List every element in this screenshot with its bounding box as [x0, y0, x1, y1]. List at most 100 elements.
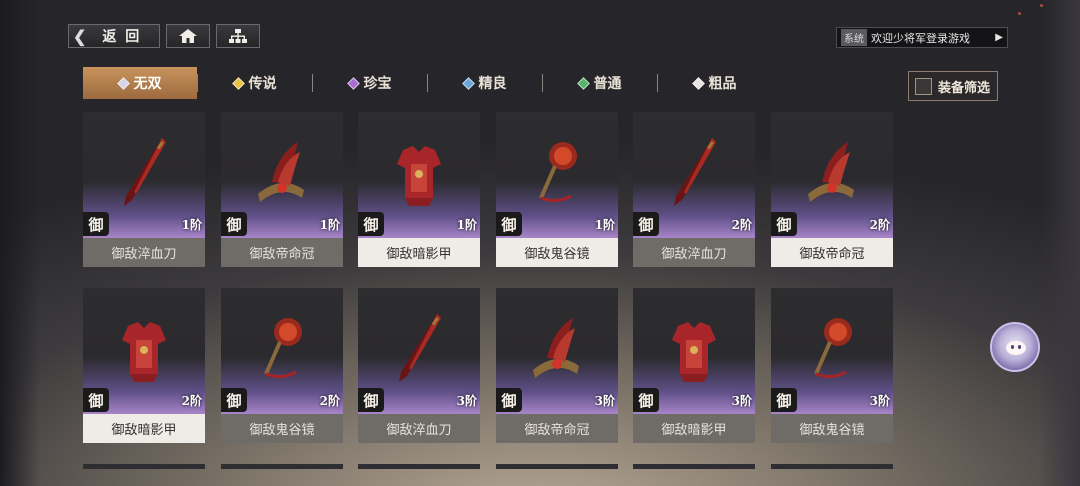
card-stub	[221, 464, 343, 469]
rarity-tabs: 无双 传说 珍宝 精良 普通 粗品	[83, 67, 772, 99]
filter-checkbox[interactable]	[915, 77, 932, 95]
equipment-filter-button[interactable]: 装备筛选	[908, 71, 998, 101]
set-seal: 御	[221, 388, 247, 412]
equipment-card[interactable]: 御 2阶御敌淬血刀	[633, 112, 755, 267]
diamond-icon	[231, 76, 245, 90]
equipment-name: 御敌鬼谷镜	[221, 414, 343, 443]
tier-label: 3阶	[594, 394, 615, 408]
set-seal: 御	[358, 212, 384, 236]
equipment-card[interactable]: 御 3阶御敌鬼谷镜	[771, 288, 893, 443]
equipment-card[interactable]: 御 2阶御敌帝命冠	[771, 112, 893, 267]
equipment-card[interactable]: 御 1阶御敌帝命冠	[221, 112, 343, 267]
equipment-card[interactable]: 御 1阶御敌淬血刀	[83, 112, 205, 267]
home-icon	[179, 29, 197, 43]
card-stub	[633, 464, 755, 469]
equipment-name: 御敌帝命冠	[221, 238, 343, 267]
tab-rarity-1[interactable]: 传说	[198, 67, 312, 99]
blade-icon-art	[399, 314, 441, 382]
tier-label: 1阶	[319, 218, 340, 232]
armor-icon-art	[672, 322, 716, 382]
equipment-name: 御敌鬼谷镜	[771, 414, 893, 443]
filter-label: 装备筛选	[938, 80, 991, 96]
diamond-icon	[346, 76, 360, 90]
avatar-eye	[1011, 345, 1014, 349]
set-seal: 御	[221, 212, 247, 236]
card-stub	[83, 464, 205, 469]
hierarchy-icon	[229, 29, 247, 43]
diamond-icon	[116, 76, 130, 90]
equipment-name: 御敌暗影甲	[633, 414, 755, 443]
right-rail	[1040, 0, 1080, 486]
tier-label: 2阶	[731, 218, 752, 232]
home-button[interactable]	[166, 24, 210, 48]
armor-icon-art	[122, 322, 166, 382]
card-stub	[358, 464, 480, 469]
crown-icon-art	[533, 318, 579, 378]
equipment-name: 御敌帝命冠	[771, 238, 893, 267]
card-stub	[771, 464, 893, 469]
card-stub	[496, 464, 618, 469]
set-seal: 御	[496, 212, 522, 236]
equipment-name: 御敌淬血刀	[633, 238, 755, 267]
tab-label: 无双	[133, 76, 162, 92]
assistant-avatar-button[interactable]	[990, 322, 1040, 372]
set-seal: 御	[358, 388, 384, 412]
set-seal: 御	[771, 388, 797, 412]
tab-label: 珍宝	[363, 76, 392, 92]
tab-label: 普通	[593, 76, 622, 92]
tier-label: 2阶	[869, 218, 890, 232]
armor-icon-art	[397, 146, 441, 206]
equipment-name: 御敌暗影甲	[83, 414, 205, 443]
system-message-bar[interactable]: 系统 欢迎少将军登录游戏 ▶	[836, 27, 1008, 48]
tab-rarity-0[interactable]: 无双	[83, 67, 197, 99]
equipment-card[interactable]: 御 1阶 御敌鬼谷镜	[496, 112, 618, 267]
set-seal: 御	[633, 212, 659, 236]
equipment-name: 御敌淬血刀	[358, 414, 480, 443]
diamond-icon	[461, 76, 475, 90]
tier-label: 3阶	[456, 394, 477, 408]
set-seal: 御	[496, 388, 522, 412]
hierarchy-button[interactable]	[216, 24, 260, 48]
equipment-card[interactable]: 御 3阶御敌帝命冠	[496, 288, 618, 443]
set-seal: 御	[83, 212, 109, 236]
tab-rarity-4[interactable]: 普通	[543, 67, 657, 99]
equipment-card[interactable]: 御 2阶 御敌暗影甲	[83, 288, 205, 443]
tab-rarity-2[interactable]: 珍宝	[313, 67, 427, 99]
equipment-name: 御敌淬血刀	[83, 238, 205, 267]
crown-icon-art	[808, 142, 854, 202]
mirror-icon-art	[264, 318, 302, 379]
mirror-icon-art	[814, 318, 852, 379]
equipment-card[interactable]: 御 2阶御敌鬼谷镜	[221, 288, 343, 443]
equipment-name: 御敌暗影甲	[358, 238, 480, 267]
blade-icon-art	[124, 138, 166, 206]
tab-rarity-5[interactable]: 粗品	[658, 67, 772, 99]
system-message-text: 欢迎少将军登录游戏	[871, 32, 970, 45]
set-seal: 御	[633, 388, 659, 412]
set-seal: 御	[771, 212, 797, 236]
tab-rarity-3[interactable]: 精良	[428, 67, 542, 99]
tier-label: 1阶	[181, 218, 202, 232]
avatar-face	[1006, 341, 1026, 355]
mirror-icon-art	[539, 142, 577, 203]
back-button[interactable]: ❮ 返 回	[68, 24, 160, 48]
equipment-name: 御敌鬼谷镜	[496, 238, 618, 267]
tier-label: 3阶	[869, 394, 890, 408]
tab-label: 传说	[248, 76, 277, 92]
back-label: 返 回	[102, 29, 142, 45]
play-icon: ▶	[995, 32, 1003, 43]
tier-label: 3阶	[731, 394, 752, 408]
equipment-card[interactable]: 御 1阶御敌暗影甲	[358, 112, 480, 267]
left-rail	[0, 0, 40, 486]
diamond-icon	[576, 76, 590, 90]
tier-label: 2阶	[319, 394, 340, 408]
tier-label: 1阶	[456, 218, 477, 232]
tab-label: 精良	[478, 76, 507, 92]
crown-icon-art	[258, 142, 304, 202]
equipment-card[interactable]: 御 3阶御敌暗影甲	[633, 288, 755, 443]
blade-icon-art	[674, 138, 716, 206]
system-badge: 系统	[841, 29, 867, 46]
equipment-name: 御敌帝命冠	[496, 414, 618, 443]
equipment-card[interactable]: 御 3阶御敌淬血刀	[358, 288, 480, 443]
decor-dot	[1018, 12, 1021, 15]
chevron-left-icon: ❮	[73, 26, 89, 46]
